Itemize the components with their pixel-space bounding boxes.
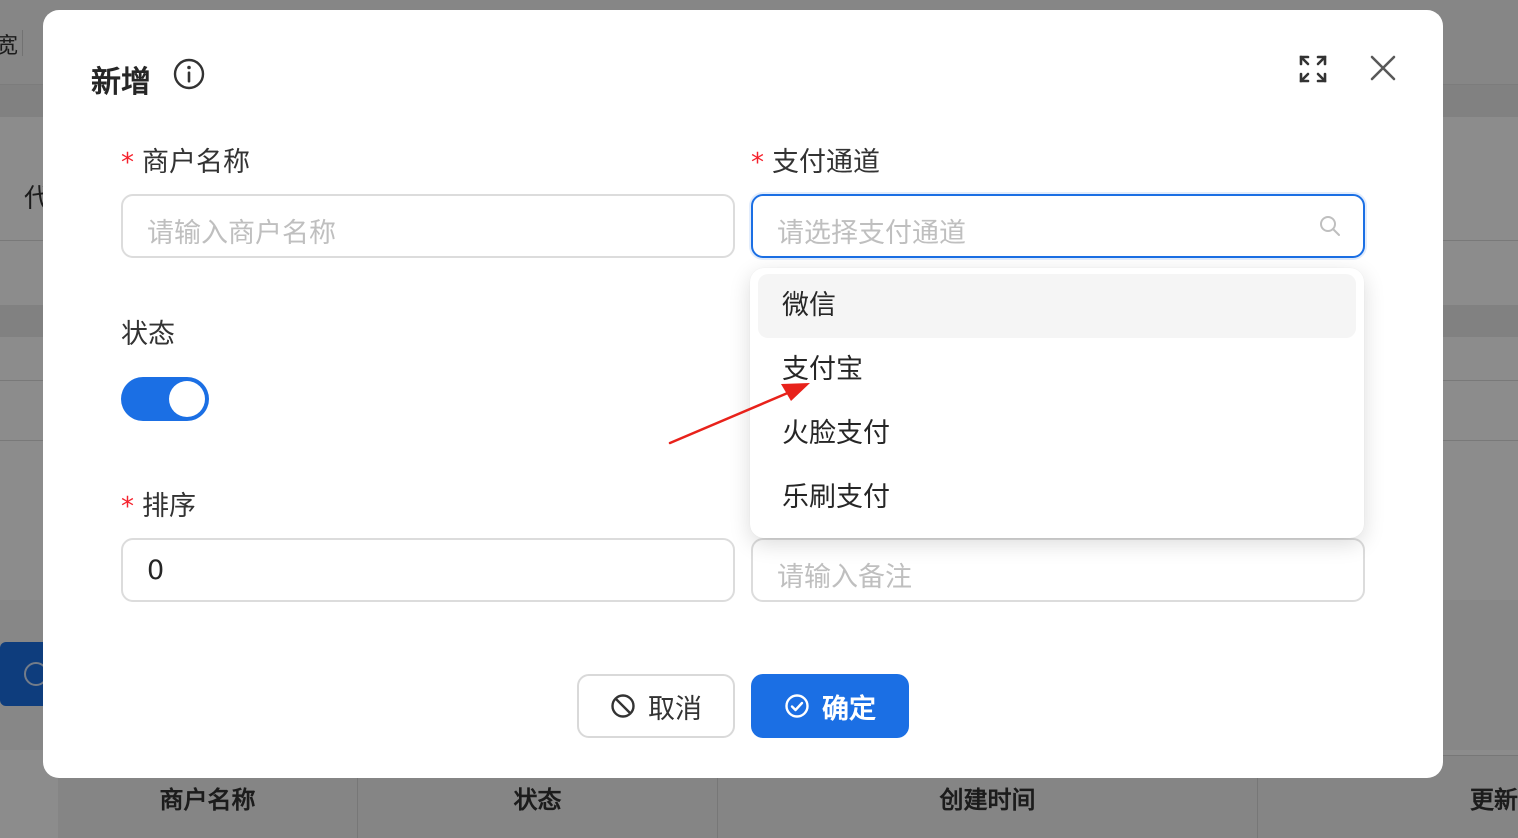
dropdown-option-huolian[interactable]: 火脸支付 <box>758 402 1356 466</box>
required-mark: * <box>121 492 134 522</box>
switch-knob <box>169 381 205 417</box>
dropdown-option-wechat[interactable]: 微信 <box>758 274 1356 338</box>
required-mark: * <box>751 148 764 178</box>
remark-input[interactable]: 请输入备注 <box>751 538 1365 602</box>
merchant-name-label: * 商户名称 <box>121 140 250 179</box>
merchant-name-label-text: 商户名称 <box>142 147 250 178</box>
payment-channel-label-text: 支付通道 <box>772 147 880 178</box>
merchant-name-placeholder: 请输入商户名称 <box>147 218 336 249</box>
confirm-button[interactable]: 确定 <box>751 674 909 738</box>
required-mark: * <box>121 148 134 178</box>
payment-channel-label: * 支付通道 <box>751 140 880 179</box>
payment-channel-placeholder: 请选择支付通道 <box>777 218 966 249</box>
info-icon[interactable] <box>173 58 205 90</box>
dropdown-option-leshua[interactable]: 乐刷支付 <box>758 466 1356 530</box>
close-icon[interactable] <box>1367 52 1399 84</box>
payment-channel-select[interactable]: 请选择支付通道 <box>751 194 1365 258</box>
remark-placeholder: 请输入备注 <box>777 562 912 593</box>
status-label: 状态 <box>121 319 175 350</box>
sort-input[interactable]: 0 <box>121 538 735 602</box>
fullscreen-icon[interactable] <box>1298 54 1328 84</box>
sort-label-text: 排序 <box>142 491 196 522</box>
search-icon <box>1320 216 1340 236</box>
check-circle-icon <box>785 694 809 718</box>
add-merchant-modal: 新增 * 商户名称 请输入商户名称 * 支付通道 请选择支付通道 状态 * 排序… <box>43 10 1443 778</box>
cancel-button-label: 取消 <box>648 693 702 725</box>
confirm-button-label: 确定 <box>822 693 876 725</box>
payment-channel-dropdown: 微信 支付宝 火脸支付 乐刷支付 <box>750 268 1364 538</box>
sort-label: * 排序 <box>121 484 196 523</box>
cancel-button[interactable]: 取消 <box>577 674 735 738</box>
dropdown-option-alipay[interactable]: 支付宝 <box>758 338 1356 402</box>
merchant-name-input[interactable]: 请输入商户名称 <box>121 194 735 258</box>
modal-title: 新增 <box>91 65 151 100</box>
cancel-icon <box>611 694 635 718</box>
sort-value: 0 <box>147 555 165 586</box>
status-switch[interactable] <box>121 377 209 421</box>
